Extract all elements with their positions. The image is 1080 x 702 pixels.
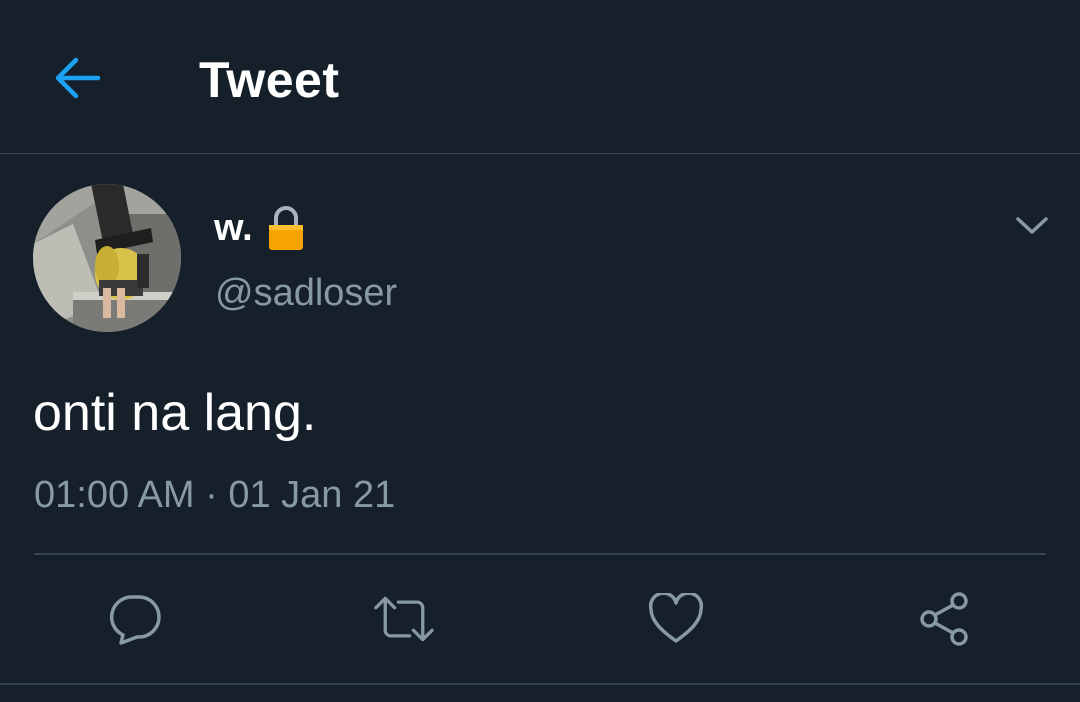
top-bar: Tweet [0, 0, 1080, 154]
display-name: w. [214, 207, 253, 249]
divider [0, 683, 1080, 685]
author-handle[interactable]: @sadloser [215, 270, 397, 316]
avatar-image [33, 184, 181, 332]
chevron-down-icon [1016, 217, 1048, 234]
share-icon [920, 592, 968, 646]
share-button[interactable] [915, 589, 975, 649]
heart-icon [648, 593, 704, 643]
tweet-detail-screen: Tweet w. @sadloser onti na lang. 01:00 A… [0, 0, 1080, 702]
tweet-text: onti na lang. [33, 384, 317, 442]
reply-button[interactable] [105, 589, 165, 649]
page-title: Tweet [199, 52, 340, 108]
retweet-icon [374, 596, 434, 642]
tweet-timestamp[interactable]: 01:00 AM · 01 Jan 21 [34, 472, 395, 518]
reply-icon [109, 595, 161, 645]
avatar[interactable] [33, 184, 181, 332]
like-button[interactable] [646, 589, 706, 649]
back-button[interactable] [46, 48, 108, 108]
more-options-button[interactable] [1010, 204, 1054, 248]
tweet-actions-bar [0, 555, 1080, 683]
arrow-left-icon [55, 57, 101, 99]
lock-icon [268, 206, 303, 250]
retweet-button[interactable] [374, 589, 434, 649]
author-name-row[interactable]: w. [214, 202, 305, 254]
